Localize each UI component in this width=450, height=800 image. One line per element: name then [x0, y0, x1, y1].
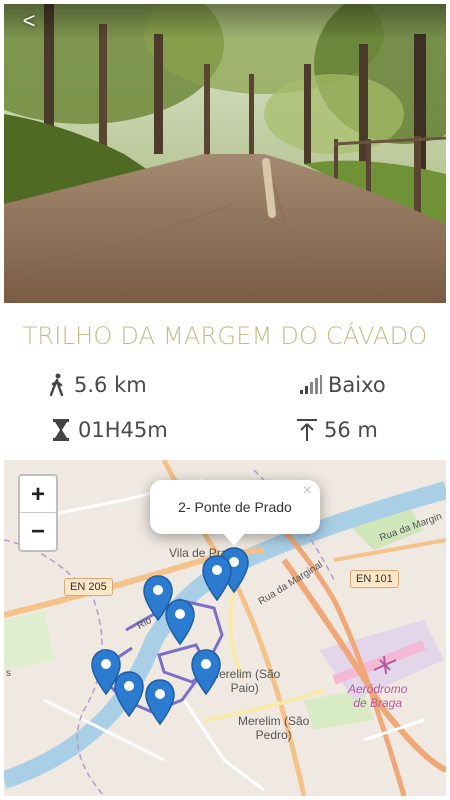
hourglass-icon	[48, 417, 74, 443]
duration-stat: 01H45m	[48, 417, 168, 443]
map-pin-6[interactable]	[113, 670, 145, 718]
map-popup: 2- Ponte de Prado ×	[150, 480, 320, 546]
difficulty-value: Baixo	[328, 373, 386, 397]
hiker-icon	[44, 372, 70, 398]
map-pin-8[interactable]	[190, 648, 222, 696]
zoom-out-button[interactable]: −	[20, 513, 56, 550]
map-label-airport: Aeródromo de Braga	[348, 682, 408, 710]
road-badge-en205: EN 205	[64, 578, 113, 596]
road-badge-en101: EN 101	[350, 570, 399, 588]
map-pin-2[interactable]	[164, 598, 196, 646]
back-button[interactable]: <	[12, 8, 46, 38]
popup-tip	[222, 532, 246, 546]
header-shade	[4, 4, 446, 40]
duration-value: 01H45m	[78, 418, 168, 442]
map-pin-7[interactable]	[144, 678, 176, 726]
forest-path-image	[4, 4, 446, 303]
elevation-stat: 56 m	[294, 417, 378, 443]
popup-close-button[interactable]: ×	[303, 482, 312, 500]
map-pin-4[interactable]	[201, 554, 233, 602]
map-label-merelim-pedro: Merelim (São Pedro)	[238, 714, 310, 742]
trail-photo: <	[4, 4, 446, 303]
elevation-value: 56 m	[324, 418, 378, 442]
zoom-in-button[interactable]: +	[20, 476, 56, 513]
distance-value: 5.6 km	[74, 373, 147, 397]
trail-map[interactable]: Vila de Prado Merelim (São Paio) Merelim…	[4, 460, 446, 796]
trail-title: TRILHO DA MARGEM DO CÁVADO	[22, 322, 428, 350]
zoom-controls: + −	[18, 474, 58, 552]
signal-bars-icon	[298, 372, 324, 398]
elevation-arrow-icon	[294, 417, 320, 443]
popup-text: 2- Ponte de Prado	[178, 499, 292, 515]
distance-stat: 5.6 km	[44, 372, 147, 398]
difficulty-stat: Baixo	[298, 372, 386, 398]
map-label-s: s	[6, 668, 11, 679]
